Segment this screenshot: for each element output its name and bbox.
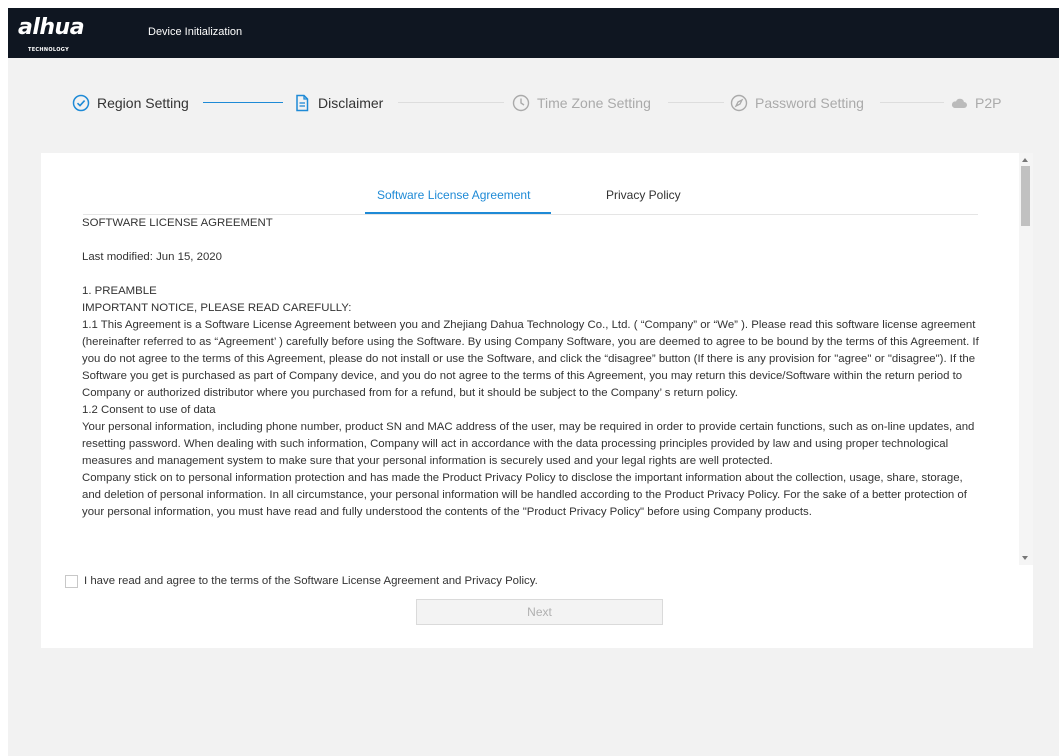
logo-text: alhua [18, 15, 85, 40]
step-label: Time Zone Setting [537, 95, 651, 111]
doc-title: SOFTWARE LICENSE AGREEMENT [82, 217, 273, 229]
agree-row[interactable]: I have read and agree to the terms of th… [65, 572, 538, 590]
step-connector [203, 102, 283, 103]
step-password-setting: Password Setting [730, 93, 864, 113]
agreement-scroll-area[interactable]: SOFTWARE LICENSE AGREEMENT Last modified… [41, 215, 1021, 563]
scroll-up-arrow-icon[interactable] [1022, 158, 1028, 162]
step-time-zone-setting: Time Zone Setting [512, 93, 651, 113]
agreement-text: SOFTWARE LICENSE AGREEMENT Last modified… [82, 215, 982, 521]
app-title: Device Initialization [148, 26, 243, 38]
doc-preamble-heading: 1. PREAMBLE [82, 285, 157, 297]
step-disclaimer: Disclaimer [293, 93, 383, 113]
step-label: Disclaimer [318, 95, 384, 111]
step-label: Password Setting [755, 95, 864, 111]
doc-modified-date: Last modified: Jun 15, 2020 [82, 251, 222, 263]
step-connector [398, 102, 504, 103]
doc-notice: IMPORTANT NOTICE, PLEASE READ CAREFULLY: [82, 302, 352, 314]
step-connector [668, 102, 724, 103]
step-p2p: P2P [950, 93, 1001, 113]
check-circle-icon [72, 94, 90, 112]
clock-icon [512, 94, 530, 112]
scroll-thumb[interactable] [1021, 166, 1030, 226]
step-region-setting: Region Setting [72, 93, 189, 113]
doc-paragraph-1-2: Your personal information, including pho… [82, 421, 975, 467]
next-button[interactable]: Next [416, 599, 663, 625]
scroll-down-arrow-icon[interactable] [1022, 556, 1028, 560]
agree-checkbox[interactable] [65, 574, 78, 588]
setup-stepper: Region Setting Disclaimer Time Zone Sett… [8, 58, 1059, 148]
document-icon [296, 94, 309, 112]
active-tab-indicator [365, 212, 551, 214]
doc-consent-heading: 1.2 Consent to use of data [82, 404, 216, 416]
agree-label[interactable]: I have read and agree to the terms of th… [84, 575, 538, 587]
app-header: alhua TECHNOLOGY Device Initialization [8, 8, 1059, 58]
agreement-tabs: Software License Agreement Privacy Polic… [83, 180, 978, 215]
step-label: Region Setting [97, 95, 189, 111]
step-label: P2P [975, 95, 1002, 111]
agreement-scrollbar[interactable] [1019, 153, 1033, 565]
disclaimer-card: Software License Agreement Privacy Polic… [41, 153, 1033, 648]
cloud-icon [951, 98, 967, 108]
doc-paragraph-1-1: 1.1 This Agreement is a Software License… [82, 319, 979, 399]
step-connector [880, 102, 944, 103]
dahua-logo: alhua TECHNOLOGY [18, 15, 85, 54]
tab-privacy-policy[interactable]: Privacy Policy [606, 188, 681, 202]
main-area: Region Setting Disclaimer Time Zone Sett… [8, 58, 1059, 756]
doc-paragraph-1-3: Company stick on to personal information… [82, 472, 967, 518]
tab-software-license-agreement[interactable]: Software License Agreement [377, 188, 530, 202]
compass-icon [730, 94, 748, 112]
